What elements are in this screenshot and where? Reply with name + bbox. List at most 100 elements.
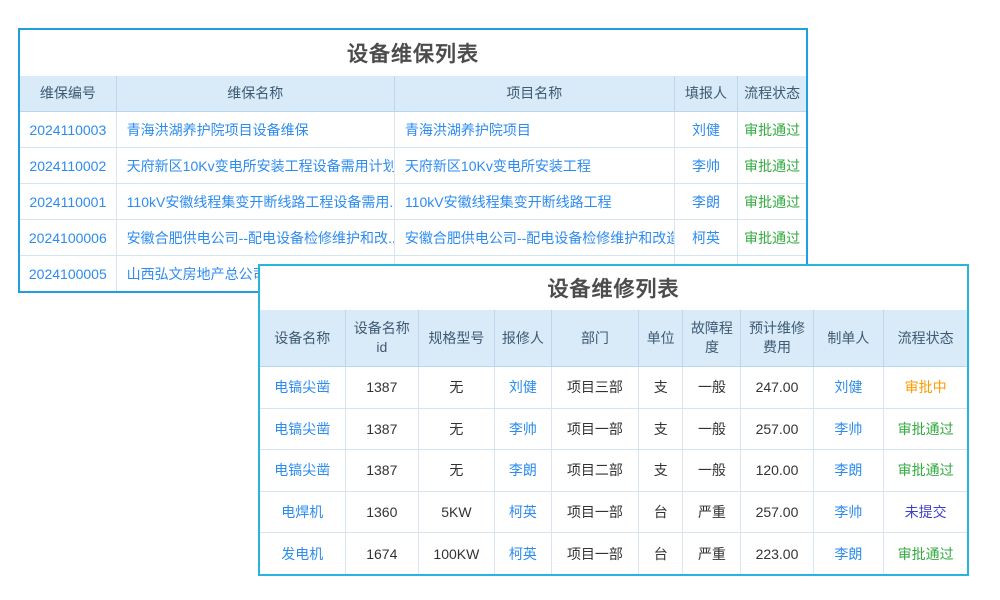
- header-cell: 规格型号: [419, 310, 495, 366]
- link-cell[interactable]: 李朗: [675, 184, 739, 219]
- header-cell: 项目名称: [395, 76, 675, 111]
- link-cell[interactable]: 刘健: [675, 112, 739, 147]
- table-row: 2024110003青海洪湖养护院项目设备维保青海洪湖养护院项目刘健审批通过: [20, 112, 806, 148]
- link-cell[interactable]: 2024110001: [20, 184, 117, 219]
- table-cell: 1387: [346, 450, 420, 491]
- table-cell: 257.00: [741, 492, 813, 533]
- link-cell[interactable]: 李朗: [814, 533, 885, 574]
- link-cell[interactable]: 天府新区10Kv变电所安装工程: [395, 148, 675, 183]
- table-cell: 120.00: [741, 450, 813, 491]
- table-row: 2024100006安徽合肥供电公司--配电设备检修维护和改...安徽合肥供电公…: [20, 220, 806, 256]
- header-cell: 部门: [552, 310, 639, 366]
- table-cell: 项目一部: [552, 533, 639, 574]
- header-cell: 单位: [639, 310, 684, 366]
- header-cell: 设备名称id: [346, 310, 420, 366]
- table-cell: 1674: [346, 533, 420, 574]
- status-cell: 审批通过: [884, 409, 967, 450]
- link-cell[interactable]: 电镐尖凿: [260, 367, 346, 408]
- table-row: 2024110001110kV安徽线程集变开断线路工程设备需用...110kV安…: [20, 184, 806, 220]
- header-cell: 报修人: [495, 310, 552, 366]
- table-row: 电镐尖凿1387无李朗项目二部支一般120.00李朗审批通过: [260, 450, 967, 492]
- table-cell: 严重: [683, 492, 741, 533]
- table-cell: 支: [639, 409, 684, 450]
- repair-list-title: 设备维修列表: [260, 266, 967, 310]
- maintenance-list-card: 设备维保列表 维保编号维保名称项目名称填报人流程状态 2024110003青海洪…: [18, 28, 808, 293]
- table-cell: 支: [639, 367, 684, 408]
- table-cell: 项目一部: [552, 492, 639, 533]
- maintenance-list-title: 设备维保列表: [20, 30, 806, 76]
- table-cell: 项目三部: [552, 367, 639, 408]
- link-cell[interactable]: 110kV安徽线程集变开断线路工程设备需用...: [117, 184, 395, 219]
- repair-rows: 电镐尖凿1387无刘健项目三部支一般247.00刘健审批中电镐尖凿1387无李帅…: [260, 367, 967, 574]
- table-cell: 一般: [683, 409, 741, 450]
- link-cell[interactable]: 柯英: [495, 533, 552, 574]
- table-row: 电焊机13605KW柯英项目一部台严重257.00李帅未提交: [260, 492, 967, 534]
- table-cell: 1360: [346, 492, 420, 533]
- link-cell[interactable]: 发电机: [260, 533, 346, 574]
- link-cell[interactable]: 青海洪湖养护院项目: [395, 112, 675, 147]
- link-cell[interactable]: 电镐尖凿: [260, 450, 346, 491]
- table-cell: 223.00: [741, 533, 813, 574]
- link-cell[interactable]: 柯英: [495, 492, 552, 533]
- table-cell: 5KW: [419, 492, 495, 533]
- link-cell[interactable]: 刘健: [495, 367, 552, 408]
- header-cell: 故障程度: [683, 310, 741, 366]
- header-cell: 设备名称: [260, 310, 346, 366]
- maintenance-header-row: 维保编号维保名称项目名称填报人流程状态: [20, 76, 806, 112]
- link-cell[interactable]: 2024100005: [20, 256, 117, 291]
- link-cell[interactable]: 李朗: [814, 450, 885, 491]
- link-cell[interactable]: 李帅: [814, 409, 885, 450]
- link-cell[interactable]: 李朗: [495, 450, 552, 491]
- table-cell: 1387: [346, 409, 420, 450]
- repair-header-row: 设备名称设备名称id规格型号报修人部门单位故障程度预计维修费用制单人流程状态: [260, 310, 967, 367]
- table-cell: 项目二部: [552, 450, 639, 491]
- header-cell: 维保名称: [117, 76, 395, 111]
- status-cell: 审批通过: [884, 450, 967, 491]
- table-cell: 项目一部: [552, 409, 639, 450]
- table-row: 电镐尖凿1387无李帅项目一部支一般257.00李帅审批通过: [260, 409, 967, 451]
- table-cell: 100KW: [419, 533, 495, 574]
- header-cell: 流程状态: [738, 76, 806, 111]
- table-cell: 1387: [346, 367, 420, 408]
- table-cell: 台: [639, 533, 684, 574]
- link-cell[interactable]: 2024110003: [20, 112, 117, 147]
- header-cell: 流程状态: [884, 310, 967, 366]
- link-cell[interactable]: 柯英: [675, 220, 739, 255]
- link-cell[interactable]: 天府新区10Kv变电所安装工程设备需用计划: [117, 148, 395, 183]
- table-cell: 支: [639, 450, 684, 491]
- link-cell[interactable]: 刘健: [814, 367, 885, 408]
- link-cell[interactable]: 李帅: [675, 148, 739, 183]
- table-cell: 一般: [683, 450, 741, 491]
- link-cell[interactable]: 青海洪湖养护院项目设备维保: [117, 112, 395, 147]
- status-cell: 审批通过: [738, 220, 806, 255]
- table-row: 2024110002天府新区10Kv变电所安装工程设备需用计划天府新区10Kv变…: [20, 148, 806, 184]
- header-cell: 制单人: [814, 310, 885, 366]
- link-cell[interactable]: 电镐尖凿: [260, 409, 346, 450]
- link-cell[interactable]: 110kV安徽线程集变开断线路工程: [395, 184, 675, 219]
- link-cell[interactable]: 电焊机: [260, 492, 346, 533]
- table-cell: 247.00: [741, 367, 813, 408]
- link-cell[interactable]: 2024110002: [20, 148, 117, 183]
- table-row: 电镐尖凿1387无刘健项目三部支一般247.00刘健审批中: [260, 367, 967, 409]
- status-cell: 审批通过: [738, 148, 806, 183]
- link-cell[interactable]: 李帅: [495, 409, 552, 450]
- repair-list-card: 设备维修列表 设备名称设备名称id规格型号报修人部门单位故障程度预计维修费用制单…: [258, 264, 969, 576]
- header-cell: 维保编号: [20, 76, 117, 111]
- table-cell: 无: [419, 450, 495, 491]
- table-row: 发电机1674100KW柯英项目一部台严重223.00李朗审批通过: [260, 533, 967, 574]
- link-cell[interactable]: 2024100006: [20, 220, 117, 255]
- table-cell: 严重: [683, 533, 741, 574]
- status-cell: 审批通过: [884, 533, 967, 574]
- status-cell: 审批通过: [738, 184, 806, 219]
- status-cell: 审批中: [884, 367, 967, 408]
- table-cell: 一般: [683, 367, 741, 408]
- table-cell: 无: [419, 367, 495, 408]
- header-cell: 填报人: [675, 76, 739, 111]
- table-cell: 无: [419, 409, 495, 450]
- link-cell[interactable]: 安徽合肥供电公司--配电设备检修维护和改...: [117, 220, 395, 255]
- status-cell: 未提交: [884, 492, 967, 533]
- link-cell[interactable]: 安徽合肥供电公司--配电设备检修维护和改造: [395, 220, 675, 255]
- link-cell[interactable]: 李帅: [814, 492, 885, 533]
- status-cell: 审批通过: [738, 112, 806, 147]
- table-cell: 257.00: [741, 409, 813, 450]
